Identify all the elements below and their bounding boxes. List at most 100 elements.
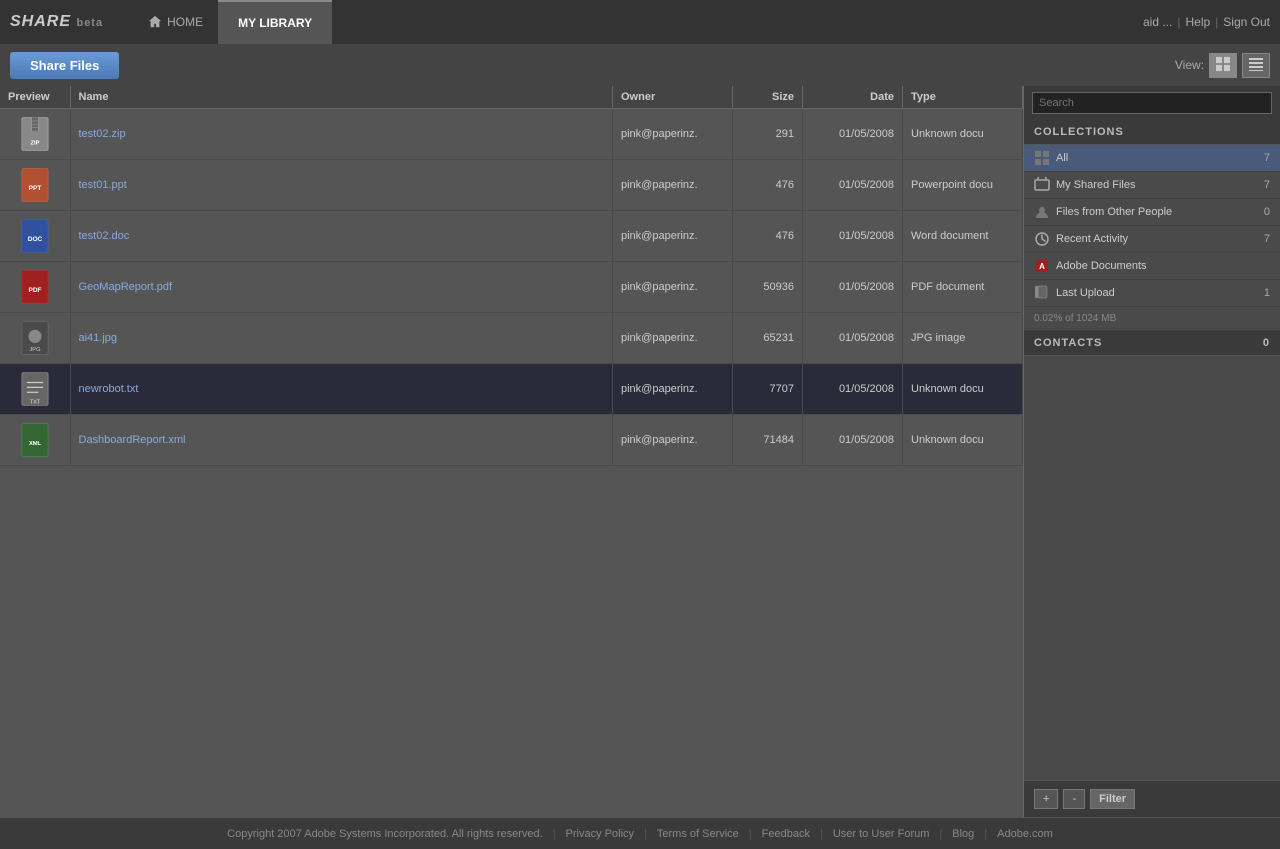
blog-link[interactable]: Blog — [952, 828, 974, 840]
collection-item-recent[interactable]: Recent Activity 7 — [1024, 226, 1280, 253]
signout-link[interactable]: Sign Out — [1223, 15, 1270, 29]
date-cell: 01/05/2008 — [803, 211, 903, 262]
owner-cell: pink@paperinz. — [613, 415, 733, 466]
filter-button[interactable]: Filter — [1090, 789, 1135, 809]
collection-item-from-others[interactable]: Files from Other People 0 — [1024, 199, 1280, 226]
col-label-my-shared: My Shared Files — [1056, 179, 1135, 191]
collection-item-adobe[interactable]: A Adobe Documents — [1024, 253, 1280, 280]
privacy-link[interactable]: Privacy Policy — [566, 828, 634, 840]
file-name-cell[interactable]: test02.doc — [70, 211, 613, 262]
type-cell: PDF document — [903, 262, 1023, 313]
view-label: View: — [1175, 58, 1204, 72]
add-collection-button[interactable]: + — [1034, 789, 1058, 809]
file-name-cell[interactable]: DashboardReport.xml — [70, 415, 613, 466]
col-count-from-others: 0 — [1264, 206, 1270, 218]
col-name[interactable]: Name — [70, 86, 613, 109]
col-count-my-shared: 7 — [1264, 179, 1270, 191]
contacts-count: 0 — [1263, 337, 1270, 349]
col-label-from-others: Files from Other People — [1056, 206, 1172, 218]
owner-cell: pink@paperinz. — [613, 160, 733, 211]
share-files-button[interactable]: Share Files — [10, 52, 119, 79]
search-box — [1024, 86, 1280, 120]
storage-info: 0.02% of 1024 MB — [1024, 307, 1280, 331]
col-label-all: All — [1056, 152, 1068, 164]
preview-cell: DOC — [0, 211, 70, 262]
remove-collection-button[interactable]: - — [1063, 789, 1085, 809]
footer-sep5: | — [939, 828, 942, 840]
from-others-icon — [1034, 204, 1050, 220]
view-list-button[interactable] — [1242, 53, 1270, 78]
file-icon-jpg: JPG — [14, 317, 56, 359]
preview-cell: XML — [0, 415, 70, 466]
help-link[interactable]: Help — [1185, 15, 1210, 29]
collection-item-all[interactable]: All 7 — [1024, 145, 1280, 172]
col-preview: Preview — [0, 86, 70, 109]
file-name-cell[interactable]: test01.ppt — [70, 160, 613, 211]
table-row: TXT newrobot.txt pink@paperinz. 7707 01/… — [0, 364, 1023, 415]
view-grid-button[interactable] — [1209, 53, 1237, 78]
contacts-label: CONTACTS — [1034, 337, 1102, 349]
file-area: Preview Name Owner Size Date Type ZIP te… — [0, 86, 1023, 817]
adobe-link[interactable]: Adobe.com — [997, 828, 1053, 840]
col-type[interactable]: Type — [903, 86, 1023, 109]
type-cell: Word document — [903, 211, 1023, 262]
sidebar-footer: + - Filter — [1024, 780, 1280, 817]
file-icon-xml: XML — [14, 419, 56, 461]
feedback-link[interactable]: Feedback — [762, 828, 810, 840]
col-count-last-upload: 1 — [1264, 287, 1270, 299]
svg-text:PDF: PDF — [28, 287, 41, 294]
footer: Copyright 2007 Adobe Systems Incorporate… — [0, 817, 1280, 849]
user-forum-link[interactable]: User to User Forum — [833, 828, 930, 840]
owner-cell: pink@paperinz. — [613, 313, 733, 364]
size-cell: 7707 — [733, 364, 803, 415]
file-name-cell[interactable]: GeoMapReport.pdf — [70, 262, 613, 313]
svg-text:TXT: TXT — [29, 400, 40, 406]
footer-sep6: | — [984, 828, 987, 840]
collection-item-last-upload[interactable]: Last Upload 1 — [1024, 280, 1280, 307]
terms-link[interactable]: Terms of Service — [657, 828, 739, 840]
size-cell: 71484 — [733, 415, 803, 466]
date-cell: 01/05/2008 — [803, 109, 903, 160]
col-date[interactable]: Date — [803, 86, 903, 109]
collection-item-my-shared[interactable]: My Shared Files 7 — [1024, 172, 1280, 199]
home-icon — [148, 15, 162, 29]
size-cell: 476 — [733, 160, 803, 211]
preview-cell: JPG — [0, 313, 70, 364]
col-label-last-upload: Last Upload — [1056, 287, 1115, 299]
search-input[interactable] — [1032, 92, 1272, 114]
file-name-cell[interactable]: newrobot.txt — [70, 364, 613, 415]
col-count-all: 7 — [1264, 152, 1270, 164]
col-owner[interactable]: Owner — [613, 86, 733, 109]
table-row: PPT test01.ppt pink@paperinz. 476 01/05/… — [0, 160, 1023, 211]
file-icon-doc: DOC — [14, 215, 56, 257]
file-icon-txt: TXT — [14, 368, 56, 410]
type-cell: Unknown docu — [903, 364, 1023, 415]
logo: SHARE beta — [10, 13, 103, 31]
size-cell: 291 — [733, 109, 803, 160]
svg-text:A: A — [1039, 262, 1045, 271]
file-icon-ppt: PPT — [14, 164, 56, 206]
logo-beta: beta — [76, 17, 103, 29]
nav-home-label: HOME — [167, 15, 203, 29]
col-count-recent: 7 — [1264, 233, 1270, 245]
size-cell: 476 — [733, 211, 803, 262]
type-cell: Unknown docu — [903, 109, 1023, 160]
toolbar: Share Files View: — [0, 44, 1280, 86]
owner-cell: pink@paperinz. — [613, 211, 733, 262]
collections-header: COLLECTIONS — [1024, 120, 1280, 145]
user-name-link[interactable]: aid ... — [1143, 15, 1172, 29]
footer-sep1: | — [553, 828, 556, 840]
file-name-cell[interactable]: test02.zip — [70, 109, 613, 160]
file-name-cell[interactable]: ai41.jpg — [70, 313, 613, 364]
nav-home-link[interactable]: HOME — [133, 0, 218, 44]
preview-cell: PDF — [0, 262, 70, 313]
col-size[interactable]: Size — [733, 86, 803, 109]
logo-share: SHARE — [10, 13, 71, 30]
header: SHARE beta HOME MY LIBRARY aid ... | Hel… — [0, 0, 1280, 44]
nav-mylibrary[interactable]: MY LIBRARY — [218, 0, 332, 44]
file-table-body: ZIP test02.zip pink@paperinz. 291 01/05/… — [0, 109, 1023, 466]
footer-sep2: | — [644, 828, 647, 840]
sidebar: COLLECTIONS All 7 My Shared Files 7 File… — [1023, 86, 1280, 817]
table-row: XML DashboardReport.xml pink@paperinz. 7… — [0, 415, 1023, 466]
table-row: JPG ai41.jpg pink@paperinz. 65231 01/05/… — [0, 313, 1023, 364]
